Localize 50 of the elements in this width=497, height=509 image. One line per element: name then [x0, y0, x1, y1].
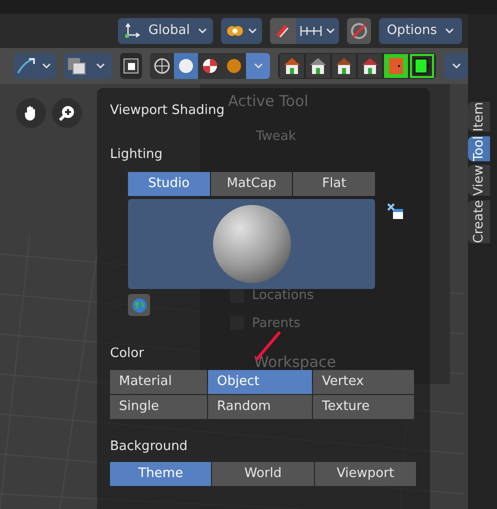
- option-button[interactable]: Vertex: [313, 370, 414, 394]
- caret-icon: [248, 28, 257, 34]
- option-button[interactable]: Random: [208, 394, 312, 418]
- tool-name: Tweak: [256, 128, 296, 146]
- world-globe-icon[interactable]: [128, 294, 150, 316]
- overlays-dropdown[interactable]: [64, 53, 112, 79]
- option-button[interactable]: MatCap: [210, 172, 292, 196]
- section-label: Background: [110, 438, 188, 456]
- preferences-icon[interactable]: [387, 203, 403, 219]
- checkbox-label: Locations: [252, 287, 314, 305]
- house-icon[interactable]: [306, 54, 330, 78]
- checkbox[interactable]: [230, 288, 244, 303]
- option-button[interactable]: Texture: [313, 394, 414, 418]
- overlapping-squares-icon: [67, 57, 87, 75]
- options-dropdown[interactable]: Options: [378, 18, 462, 44]
- sidebar-tab[interactable]: Tool: [468, 136, 490, 161]
- sidebar-tab[interactable]: Create: [468, 200, 490, 243]
- popup-title: Viewport Shading: [110, 102, 224, 120]
- caret-icon[interactable]: [444, 53, 468, 79]
- sidebar-tab[interactable]: Item: [468, 102, 490, 132]
- magnet-icon[interactable]: [270, 18, 296, 44]
- proportional-edit-icon[interactable]: [346, 18, 371, 44]
- option-button[interactable]: Single: [110, 394, 207, 418]
- house-icon[interactable]: [332, 54, 356, 78]
- option-button[interactable]: Flat: [293, 172, 376, 196]
- house-icon[interactable]: [358, 54, 382, 78]
- option-button[interactable]: Studio: [128, 172, 210, 196]
- pivot-dropdown[interactable]: [220, 18, 262, 44]
- option-button[interactable]: Viewport: [314, 462, 416, 486]
- zoom-icon[interactable]: [52, 98, 82, 128]
- house-icon[interactable]: [280, 54, 304, 78]
- panel-title: Active Tool: [228, 91, 308, 112]
- caret-icon: [445, 28, 454, 34]
- pan-hand-icon[interactable]: [16, 98, 46, 128]
- xray-toggle[interactable]: [120, 53, 142, 79]
- option-button[interactable]: Object: [208, 370, 312, 394]
- battery-icon[interactable]: [410, 54, 434, 78]
- caret-icon: [198, 28, 207, 34]
- section-label: Color: [110, 345, 144, 363]
- gizmo-dropdown[interactable]: [14, 53, 56, 79]
- option-button[interactable]: Material: [110, 370, 207, 394]
- pivot-icon: [226, 25, 244, 37]
- sidebar-tab[interactable]: View: [468, 164, 490, 196]
- option-button[interactable]: Theme: [110, 462, 212, 486]
- orientation-dropdown[interactable]: Global: [118, 18, 213, 44]
- checkbox-label: Parents: [252, 314, 300, 332]
- option-button[interactable]: World: [212, 462, 314, 486]
- curve-arrow-icon: [17, 57, 35, 75]
- axes-icon: [124, 23, 140, 39]
- section-label: Lighting: [110, 146, 163, 164]
